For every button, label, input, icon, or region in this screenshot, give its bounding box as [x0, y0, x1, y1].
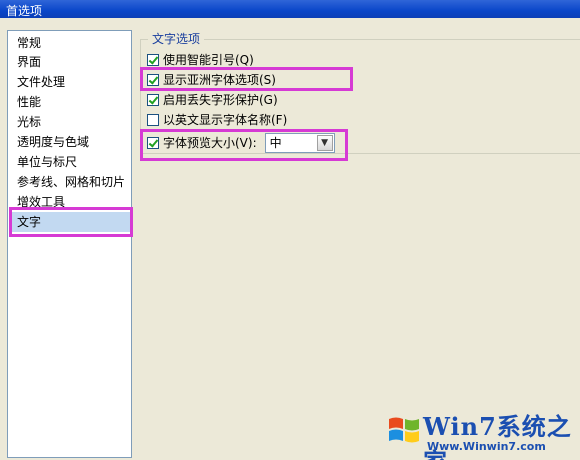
missing-glyph-label: 启用丢失字形保护(G) [163, 93, 278, 107]
sidebar-item-transparency-gamut[interactable]: 透明度与色域 [11, 132, 130, 152]
sidebar-item-units-rulers[interactable]: 单位与标尺 [11, 152, 130, 172]
option-english-font-names[interactable]: 以英文显示字体名称(F) [147, 111, 287, 128]
watermark-url: Www.Winwin7.com [427, 440, 546, 453]
highlight-box-type [9, 207, 133, 237]
sidebar-item-file-handling[interactable]: 文件处理 [11, 72, 130, 92]
english-font-names-checkbox[interactable] [147, 113, 159, 126]
english-font-names-label: 以英文显示字体名称(F) [163, 113, 288, 127]
window-title: 首选项 [6, 4, 43, 18]
sidebar-item-cursors[interactable]: 光标 [11, 112, 130, 132]
text-options-title: 文字选项 [148, 30, 205, 47]
category-list[interactable]: 常规 界面 文件处理 性能 光标 透明度与色域 单位与标尺 参考线、网格和切片 … [7, 30, 132, 458]
sidebar-item-general[interactable]: 常规 [11, 33, 130, 53]
preferences-window: 首选项 常规 界面 文件处理 性能 光标 透明度与色域 单位与标尺 参考线、网格… [0, 0, 580, 460]
sidebar-item-performance[interactable]: 性能 [11, 92, 130, 112]
windows-logo-icon [389, 417, 419, 443]
highlight-box-asian-fonts [140, 67, 353, 91]
smart-quotes-checkbox[interactable] [147, 53, 159, 66]
smart-quotes-label: 使用智能引号(Q) [163, 53, 254, 67]
option-smart-quotes[interactable]: 使用智能引号(Q) [147, 51, 254, 68]
highlight-box-preview-size [140, 129, 348, 161]
missing-glyph-checkbox[interactable] [147, 93, 159, 106]
sidebar-item-interface[interactable]: 界面 [11, 52, 130, 72]
sidebar-item-guides-grid-slices[interactable]: 参考线、网格和切片 [11, 172, 130, 192]
title-bar[interactable]: 首选项 [0, 0, 580, 18]
option-missing-glyph[interactable]: 启用丢失字形保护(G) [147, 91, 278, 108]
watermark: Win7系统之家 Www.Winwin7.com [385, 405, 580, 460]
